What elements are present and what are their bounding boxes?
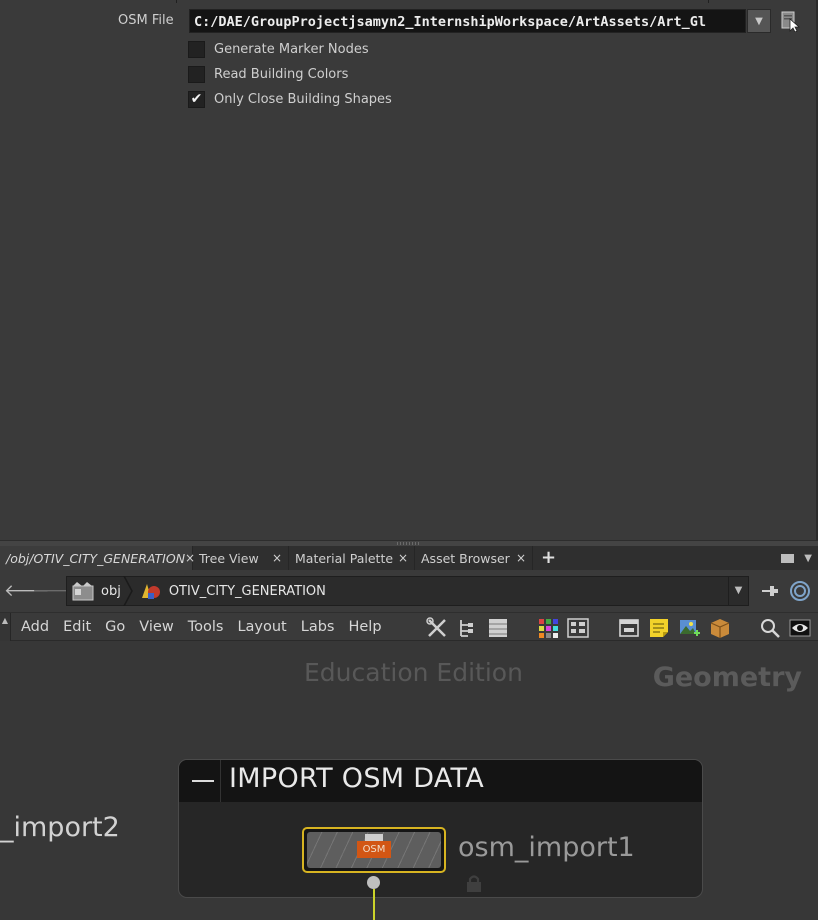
osm-import-node[interactable]: OSM	[302, 827, 446, 873]
read-building-colors-row[interactable]: Read Building Colors	[188, 64, 348, 84]
node-output-wire[interactable]	[373, 889, 375, 920]
menu-labs[interactable]: Labs	[301, 619, 335, 635]
pin-icon[interactable]	[759, 580, 781, 602]
node-body: OSM	[307, 832, 441, 868]
crumb-otiv-city-generation[interactable]: OTIV_CITY_GENERATION	[139, 580, 326, 602]
path-bar: 🡐 🡒 obj OTIV_CITY_GENERATION ▼	[0, 570, 818, 612]
file-history-dropdown[interactable]: ▼	[747, 9, 771, 33]
path-field[interactable]: obj OTIV_CITY_GENERATION ▼	[66, 576, 749, 606]
network-box-header[interactable]: IMPORT OSM DATA	[179, 760, 702, 802]
list-view-icon[interactable]	[487, 617, 509, 639]
tree-layout-icon[interactable]	[456, 617, 478, 639]
network-editor[interactable]: Education Edition Geometry _import2 IMPO…	[0, 641, 818, 920]
only-close-building-shapes-label: Only Close Building Shapes	[214, 91, 392, 107]
crumb-obj[interactable]: obj	[71, 580, 121, 602]
search-icon[interactable]	[759, 617, 781, 639]
tab-asset-browser[interactable]: Asset Browser ×	[415, 546, 533, 570]
node-output-connector[interactable]	[367, 876, 380, 889]
color-palette-icon[interactable]	[537, 617, 559, 639]
back-arrow-icon[interactable]: 🡐	[4, 580, 50, 602]
only-close-building-shapes-row[interactable]: ✔ Only Close Building Shapes	[188, 89, 392, 109]
menu-add[interactable]: Add	[21, 619, 49, 635]
splitter-grip[interactable]	[397, 542, 421, 545]
education-edition-watermark: Education Edition	[304, 658, 523, 687]
network-box-title[interactable]: IMPORT OSM DATA	[229, 763, 484, 794]
path-dropdown-icon[interactable]: ▼	[728, 577, 748, 605]
close-icon[interactable]: ×	[516, 551, 526, 565]
generate-marker-nodes-label: Generate Marker Nodes	[214, 41, 369, 57]
close-icon[interactable]: ×	[398, 551, 408, 565]
pane-menu-icon[interactable]: ▼	[804, 553, 812, 564]
generate-marker-nodes-row[interactable]: Generate Marker Nodes	[188, 39, 369, 59]
subnet-box-icon[interactable]	[709, 617, 731, 639]
crumb-label: obj	[101, 583, 121, 599]
tab-label: Material Palette	[295, 550, 394, 566]
tab-label: Asset Browser	[421, 550, 510, 566]
tab-label: Tree View	[199, 550, 259, 566]
parameter-panel: OSM File C:/DAE/GroupProjectjsamyn2_Inte…	[0, 0, 818, 540]
menu-items: Add Edit Go View Tools Layout Labs Help	[14, 613, 389, 641]
tab-label: /obj/OTIV_CITY_GENERATION	[6, 550, 186, 566]
menu-view[interactable]: View	[139, 619, 173, 635]
only-close-building-shapes-checkbox[interactable]: ✔	[188, 90, 205, 108]
background-image-icon[interactable]	[678, 617, 700, 639]
tab-network-view[interactable]: /obj/OTIV_CITY_GENERATION ×	[0, 546, 195, 570]
pane-tab-bar: /obj/OTIV_CITY_GENERATION × Tree View × …	[0, 546, 818, 570]
tab-tree-view[interactable]: Tree View ×	[193, 546, 289, 570]
offscreen-node-label[interactable]: _import2	[0, 812, 120, 843]
link-target-icon[interactable]	[789, 580, 811, 602]
read-building-colors-checkbox[interactable]	[188, 65, 205, 83]
node-name-label[interactable]: osm_import1	[458, 832, 635, 863]
top-ruler	[0, 0, 816, 3]
sticky-note-icon[interactable]	[648, 617, 670, 639]
add-tab-icon[interactable]: +	[533, 546, 564, 570]
close-icon[interactable]: ×	[272, 551, 282, 565]
menu-tools[interactable]: Tools	[188, 619, 224, 635]
menu-help[interactable]: Help	[348, 619, 381, 635]
tools-wrench-icon[interactable]	[426, 617, 448, 639]
visibility-eye-icon[interactable]	[789, 617, 811, 639]
lock-icon[interactable]	[465, 874, 483, 893]
maximize-pane-icon[interactable]	[781, 553, 795, 563]
geometry-network-icon	[141, 584, 160, 599]
obj-icon	[72, 582, 94, 601]
crumb-label: OTIV_CITY_GENERATION	[168, 583, 326, 599]
read-building-colors-label: Read Building Colors	[214, 66, 349, 82]
file-chooser-icon	[781, 11, 801, 33]
network-menu-bar: ▲ Add Edit Go View Tools Layout Labs Hel…	[0, 612, 818, 641]
file-browse-button[interactable]	[779, 10, 801, 33]
network-context-label: Geometry	[652, 662, 802, 693]
breadcrumb-separator	[123, 576, 133, 606]
shape-palette-icon[interactable]	[567, 617, 589, 639]
collapse-toolbar-handle[interactable]: ▲	[0, 613, 11, 641]
pane-controls: ▼	[781, 546, 818, 570]
menu-layout[interactable]: Layout	[237, 619, 286, 635]
osm-file-field[interactable]: C:/DAE/GroupProjectjsamyn2_InternshipWor…	[189, 9, 746, 33]
osm-node-icon: OSM	[357, 841, 391, 858]
collapse-icon[interactable]	[179, 760, 221, 802]
network-box-icon[interactable]	[618, 617, 640, 639]
generate-marker-nodes-checkbox[interactable]	[188, 40, 205, 58]
forward-arrow-icon[interactable]: 🡒	[32, 580, 78, 602]
menu-edit[interactable]: Edit	[63, 619, 91, 635]
tab-material-palette[interactable]: Material Palette ×	[289, 546, 415, 570]
osm-file-label: OSM File	[118, 13, 174, 28]
menu-go[interactable]: Go	[105, 619, 125, 635]
